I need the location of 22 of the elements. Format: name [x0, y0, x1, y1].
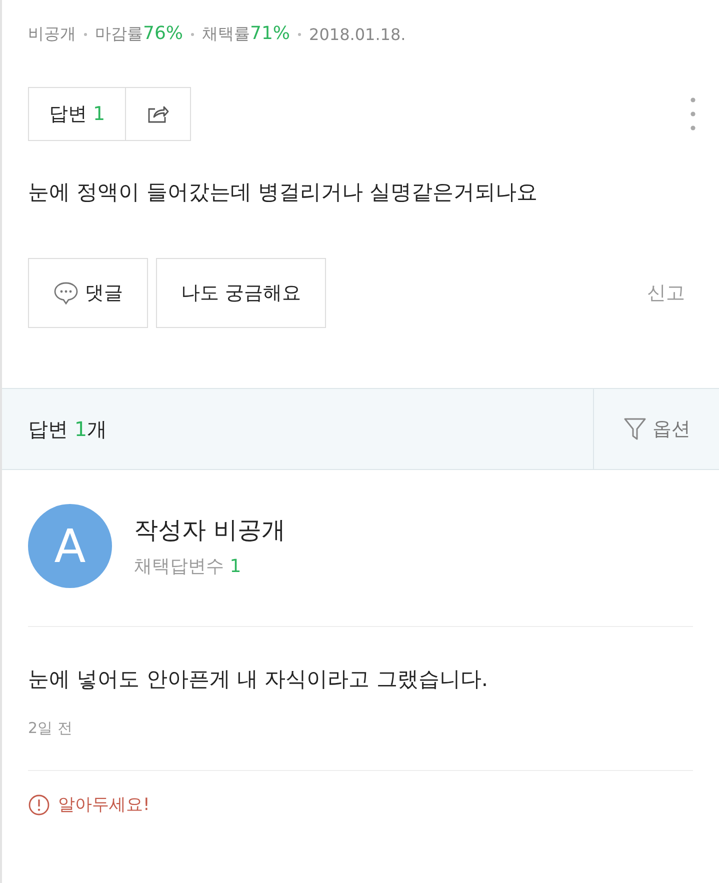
share-icon — [147, 104, 170, 124]
separator-dot — [84, 32, 87, 36]
speech-bubble-icon — [53, 281, 79, 306]
separator-dot — [298, 32, 302, 36]
answer-text: 눈에 넣어도 안아픈게 내 자식이라고 그랬습니다. — [28, 666, 490, 693]
answer-count-heading: 답변 1개 — [27, 416, 108, 443]
adopted-answer-count: 채택답변수 1 — [134, 555, 242, 578]
answer-time: 2일 전 — [28, 719, 74, 738]
question-text: 눈에 정액이 들어갔는데 병걸리거나 실명같은거되나요 — [28, 179, 539, 206]
separator-dot — [191, 32, 194, 36]
filter-icon — [622, 416, 646, 442]
curious-button[interactable]: 나도 궁금해요 — [156, 258, 326, 328]
notice-text: 알아두세요! — [58, 794, 150, 816]
meta-text: 마감률76% — [95, 23, 184, 45]
meta-text: 2018.01.18. — [309, 24, 406, 44]
comment-button[interactable]: 댓글 — [28, 258, 148, 328]
meta-text: 채택률71% — [202, 23, 290, 45]
options-button[interactable]: 옵션 — [593, 389, 719, 469]
warning-icon — [28, 794, 50, 816]
meta-text: 비공개 — [28, 24, 76, 44]
avatar: A — [28, 504, 112, 588]
author-name: 작성자 비공개 — [134, 515, 286, 546]
